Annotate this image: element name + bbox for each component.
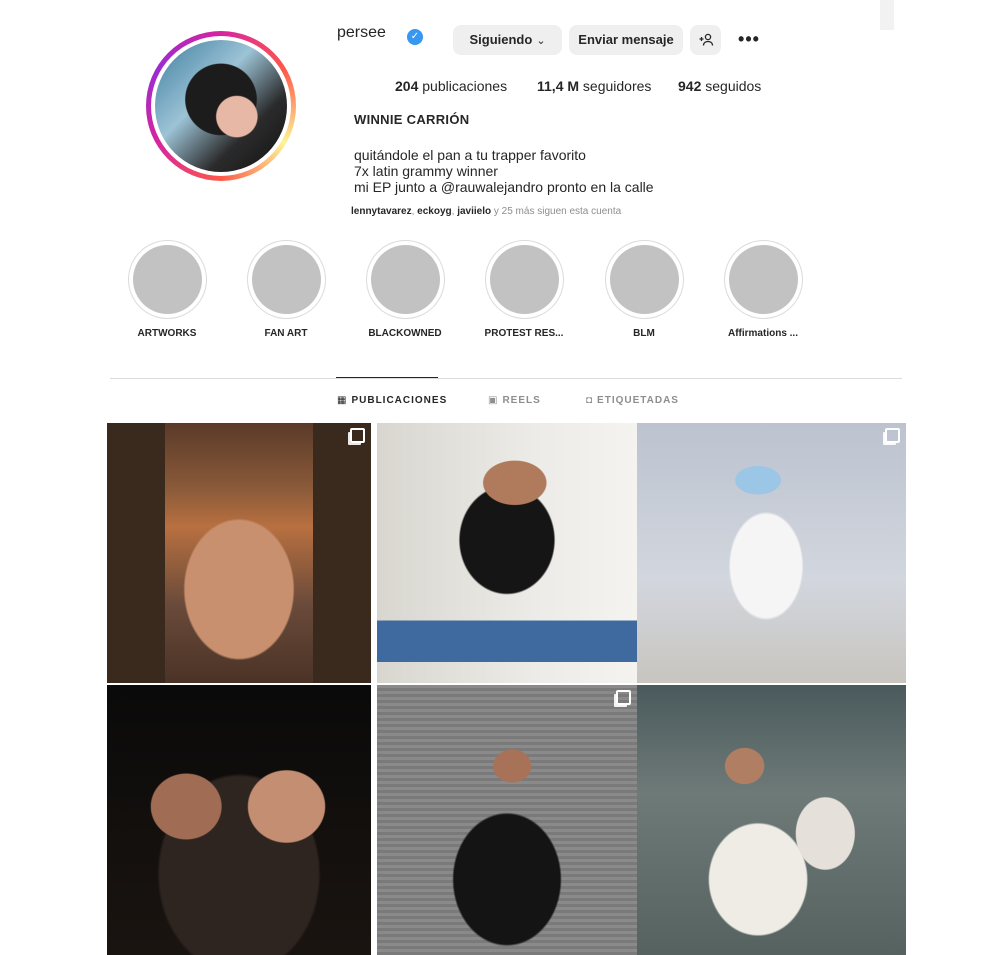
full-name: WINNIE CARRIÓN [354,112,470,127]
grid-icon: ▦ [337,395,348,406]
avatar-inner-border [151,36,291,176]
followers-count: 11,4 M [537,78,580,94]
post-thumbnail[interactable] [107,423,371,683]
highlight-cover [490,245,559,314]
highlight-label: PROTEST RES... [484,328,564,339]
multiple-photos-icon [616,690,631,705]
tab-label: PUBLICACIONES [351,395,448,406]
multiple-photos-icon [350,428,365,443]
tagged-icon: ◘ [586,395,594,406]
followed-by-rest: y 25 más siguen esta cuenta [491,206,622,217]
tab-posts[interactable]: ▦ PUBLICACIONES [337,395,447,406]
following-stat[interactable]: 942 seguidos [678,78,761,94]
post-thumbnail[interactable] [637,423,906,683]
chevron-down-icon: ⌄ [536,35,546,47]
tab-reels[interactable]: ▣ REELS [488,395,541,406]
add-user-icon [699,33,713,46]
following-label: seguidos [705,78,762,94]
highlight-blm[interactable] [605,240,684,319]
bio-line: 7x latin grammy winner [354,163,498,179]
highlight-fan-art[interactable] [247,240,326,319]
highlight-blackowned[interactable] [366,240,445,319]
bio-line: quitándole el pan a tu trapper favorito [354,147,586,163]
highlight-protest-res[interactable] [485,240,564,319]
follower-username: javiielo [457,206,492,217]
reels-icon: ▣ [488,395,499,406]
highlight-cover [729,245,798,314]
highlight-label: BLM [633,328,655,339]
highlight-cover [610,245,679,314]
follower-username: eckoyg [417,206,452,217]
followed-by-text[interactable]: lennytavarez, eckoyg, javiielo y 25 más … [351,206,621,217]
highlight-artworks[interactable] [128,240,207,319]
followers-stat[interactable]: 11,4 M seguidores [537,78,651,94]
follower-username: lennytavarez [351,206,412,217]
post-thumbnail[interactable] [107,685,371,955]
posts-label: publicaciones [422,78,508,94]
bio: quitándole el pan a tu trapper favorito … [354,147,654,195]
highlight-label: ARTWORKS [137,328,197,339]
tab-tagged[interactable]: ◘ ETIQUETADAS [586,395,679,406]
active-tab-indicator [336,377,438,378]
profile-avatar[interactable] [146,31,296,181]
username: persee [337,24,386,41]
highlight-label: Affirmations ... [727,328,798,339]
top-overlay-strip [880,0,894,30]
post-thumbnail[interactable] [637,685,906,955]
highlight-cover [252,245,321,314]
bio-line: mi EP junto a @rauwalejandro pronto en l… [354,179,654,195]
highlight-cover [371,245,440,314]
highlight-cover [133,245,202,314]
verified-badge-icon: ✓ [407,29,423,45]
add-user-button[interactable] [690,25,721,55]
posts-stat: 204 publicaciones [395,78,507,94]
highlight-affirmations[interactable] [724,240,803,319]
following-button[interactable]: Siguiendo ⌄ [453,25,562,55]
followers-label: seguidores [582,78,652,94]
following-button-label: Siguiendo [469,32,533,47]
highlight-label: BLACKOWNED [368,328,442,339]
post-thumbnail[interactable] [377,685,637,955]
tabs-divider [110,378,902,379]
highlight-label: FAN ART [264,328,308,339]
post-thumbnail[interactable] [377,423,637,683]
more-options-button[interactable]: ••• [735,26,763,54]
avatar-photo [155,40,287,172]
multiple-photos-icon [885,428,900,443]
posts-count: 204 [395,78,419,94]
tab-label: ETIQUETADAS [597,395,679,406]
tab-label: REELS [502,395,541,406]
send-message-button[interactable]: Enviar mensaje [569,25,683,55]
following-count: 942 [678,78,702,94]
